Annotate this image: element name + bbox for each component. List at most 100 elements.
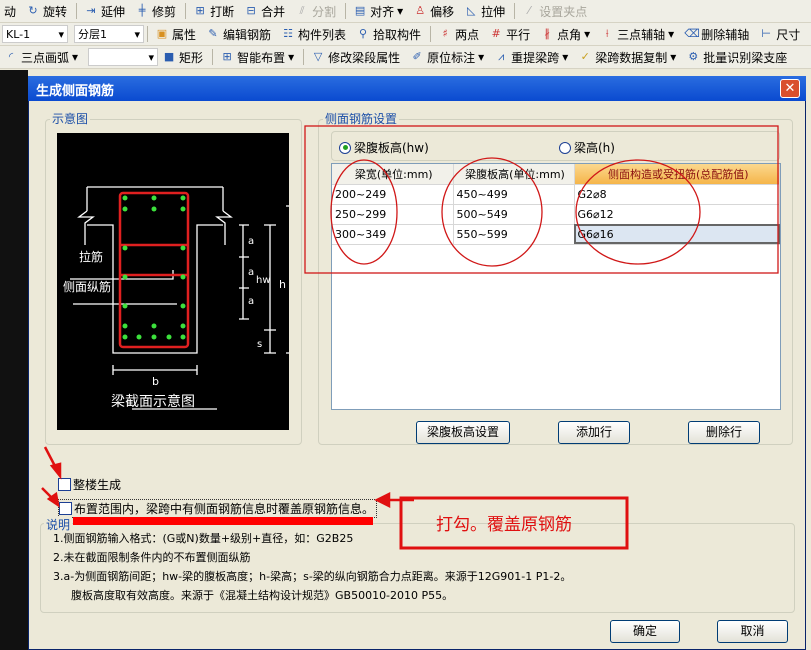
stretch-button[interactable]: ◺ 拉伸 <box>464 3 505 20</box>
radio-hw[interactable]: 梁腹板高(hw) <box>339 139 429 156</box>
toolbar-edit: 动 ↻ 旋转 ⇥ 延伸 ╪ 修剪 ⊞ 打断 ⊟ 合并 ⫽ 分割 ▤ 对齐 ▾ ♙ 偏移 ◺ 拉伸 ⁄… <box>0 0 811 23</box>
label: 智能布置 <box>237 50 286 65</box>
dimension-button[interactable]: ⊢ 尺寸 <box>759 26 800 43</box>
trim-button[interactable]: ╪ 修剪 <box>135 3 176 20</box>
table-row[interactable]: 200~249 450~499 G2⌀8 <box>332 184 780 205</box>
label: 两点 <box>455 27 480 42</box>
label: 构件列表 <box>298 27 347 42</box>
edit-rebar-button[interactable]: ✎ 编辑钢筋 <box>206 26 271 43</box>
note-item: 腹板高度取有效高度。来源于《混凝土结构设计规范》GB50010-2010 P55… <box>71 589 454 602</box>
label: 三点画弧 <box>21 50 70 65</box>
beam-section-diagram: 拉筋 侧面纵筋 b a a a hw h s 梁截面示意图 <box>57 133 289 430</box>
two-point-button[interactable]: ♯ 两点 <box>438 26 479 43</box>
tie-label: 拉筋 <box>79 249 103 264</box>
cell[interactable]: 300~349 <box>332 224 454 245</box>
table-row[interactable]: 250~299 500~549 G6⌀12 <box>332 204 780 225</box>
dim-s: s <box>257 339 262 350</box>
layer-select[interactable]: 分层1 ▾ <box>74 25 144 43</box>
merge-icon: ⊟ <box>246 4 256 17</box>
pick-component-button[interactable]: ⚲ 拾取构件 <box>356 26 421 43</box>
override-checkbox[interactable]: 布置范围内，梁跨中有侧面钢筋信息时覆盖原钢筋信息。 <box>58 499 378 518</box>
close-icon: ✕ <box>784 81 796 96</box>
edit-icon: ✐ <box>412 50 422 63</box>
cancel-button[interactable]: 取消 <box>717 620 788 643</box>
re-span-button[interactable]: ⩘ 重提梁跨 ▾ <box>494 49 568 66</box>
component-list-button[interactable]: ☷ 构件列表 <box>281 26 346 43</box>
align-button[interactable]: ▤ 对齐 ▾ <box>353 3 403 20</box>
offset-button[interactable]: ♙ 偏移 <box>413 3 454 20</box>
add-row-button[interactable]: 添加行 <box>558 421 630 444</box>
property-button[interactable]: ▣ 属性 <box>155 26 196 43</box>
toolbar-item[interactable]: 动 <box>4 3 16 20</box>
web-height-settings-button[interactable]: 梁腹板高设置 <box>416 421 510 444</box>
three-point-axis-button[interactable]: ⟊ 三点辅轴 ▾ <box>600 26 674 43</box>
table-row[interactable]: 300~349 550~599 G6⌀16 <box>332 224 780 245</box>
dialog-title: 生成侧面钢筋 <box>36 84 115 99</box>
whole-building-checkbox[interactable]: 整楼生成 <box>58 476 121 493</box>
axis-icon: ⟊ <box>605 27 609 40</box>
column-header[interactable]: 梁宽(单位:mm) <box>332 164 454 185</box>
close-button[interactable]: ✕ <box>780 79 800 98</box>
in-place-label-button[interactable]: ✐ 原位标注 ▾ <box>410 49 485 66</box>
cell[interactable]: 500~549 <box>453 204 575 225</box>
radio-h[interactable]: 梁高(h) <box>559 139 615 156</box>
label: 梁高(h) <box>574 141 615 155</box>
label: 整楼生成 <box>73 478 122 492</box>
label: 三点辅轴 <box>617 27 666 42</box>
note-item: 2.未在截面限制条件内的不布置侧面纵筋 <box>53 551 251 564</box>
ok-button[interactable]: 确定 <box>610 620 680 643</box>
span-icon: ⩘ <box>498 50 505 63</box>
point-angle-button[interactable]: ∦ 点角 ▾ <box>540 26 590 43</box>
checkbox-icon <box>59 502 72 515</box>
arc-icon: ◜ <box>8 50 14 63</box>
extend-button[interactable]: ⇥ 延伸 <box>84 3 125 20</box>
dim-b: b <box>152 375 159 388</box>
column-header[interactable]: 侧面构造或受扭筋(总配筋值) <box>574 164 780 185</box>
settings-group-label: 侧面钢筋设置 <box>323 110 400 127</box>
rectangle-button[interactable]: ■ 矩形 <box>162 49 203 66</box>
extend-icon: ⇥ <box>86 4 96 17</box>
label: 对齐 <box>370 4 395 19</box>
cell-selected[interactable]: G6⌀16 <box>574 224 780 245</box>
label: 打断 <box>210 4 235 19</box>
shape-select[interactable]: ▾ <box>88 48 159 66</box>
label: 梁跨数据复制 <box>595 50 668 65</box>
align-icon: ▤ <box>354 4 366 17</box>
identify-support-button[interactable]: ⚙ 批量识别梁支座 <box>686 49 787 66</box>
label: 矩形 <box>179 50 204 65</box>
label: 分割 <box>312 4 337 19</box>
cell[interactable]: G2⌀8 <box>574 184 780 205</box>
rebar-table[interactable]: 梁宽(单位:mm) 梁腹板高(单位:mm) 侧面构造或受扭筋(总配筋值) 200… <box>331 163 781 410</box>
label: 拾取构件 <box>373 27 422 42</box>
cell[interactable]: 550~599 <box>453 224 575 245</box>
modify-beam-button[interactable]: ▽ 修改梁段属性 <box>311 49 400 66</box>
grid-icon: ⊞ <box>222 50 232 63</box>
component-select[interactable]: KL-1 ▾ <box>2 25 68 43</box>
dim-a: a <box>248 267 254 278</box>
rotate-button[interactable]: ↻ 旋转 <box>26 3 67 20</box>
grip-button[interactable]: ⁄ 设置夹点 <box>522 3 587 20</box>
cell[interactable]: G6⌀12 <box>574 204 780 225</box>
delete-axis-button[interactable]: ⌫ 删除辅轴 <box>684 26 749 43</box>
arc-button[interactable]: ◜ 三点画弧 ▾ <box>4 49 78 66</box>
merge-button[interactable]: ⊟ 合并 <box>244 3 285 20</box>
label: KL-1 <box>6 27 31 41</box>
break-button[interactable]: ⊞ 打断 <box>193 3 234 20</box>
column-header[interactable]: 梁腹板高(单位:mm) <box>453 164 575 185</box>
offset-icon: ♙ <box>415 4 426 17</box>
parallel-button[interactable]: # 平行 <box>489 26 530 43</box>
cell[interactable]: 200~249 <box>332 184 454 205</box>
label: 梁腹板高(hw) <box>354 141 429 155</box>
label: 拉伸 <box>481 4 506 19</box>
diagram-caption: 梁截面示意图 <box>111 393 195 410</box>
cell[interactable]: 450~499 <box>453 184 575 205</box>
split-button[interactable]: ⫽ 分割 <box>295 3 336 20</box>
copy-span-button[interactable]: ✓ 梁跨数据复制 ▾ <box>578 49 677 66</box>
smart-place-button[interactable]: ⊞ 智能布置 ▾ <box>220 49 294 66</box>
grip-icon: ⁄ <box>528 4 531 17</box>
delete-row-button[interactable]: 删除行 <box>688 421 760 444</box>
cell[interactable]: 250~299 <box>332 204 454 225</box>
label: 属性 <box>172 27 197 42</box>
pipette-icon: ⚲ <box>359 27 368 40</box>
label: 原位标注 <box>427 50 476 65</box>
